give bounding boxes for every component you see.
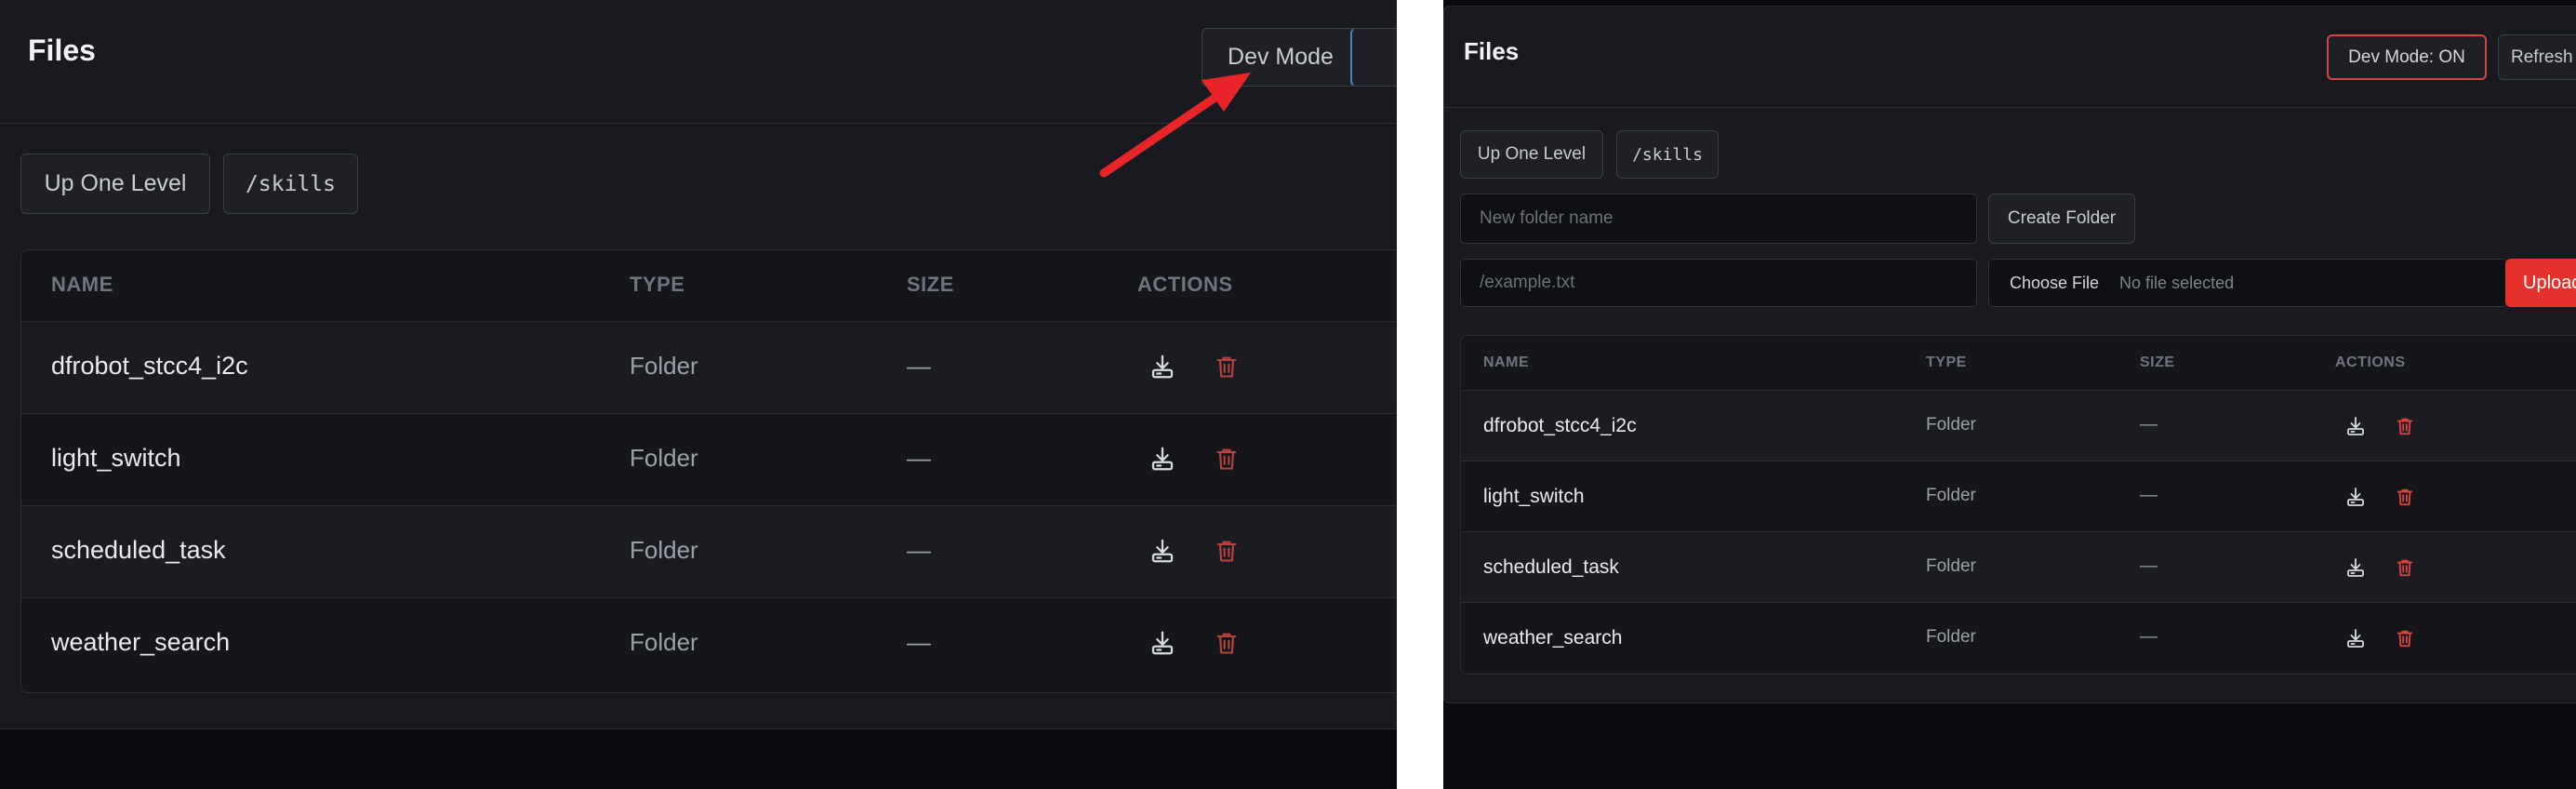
table-row: weather_search Folder — — [1461, 602, 2576, 674]
table-row: scheduled_task Folder — — [1461, 531, 2576, 603]
column-header-type: TYPE — [1926, 354, 1967, 370]
column-header-size: SIZE — [2140, 354, 2175, 370]
left-screenshot-panel: Files Dev Mode Up One Level /skills NAME… — [0, 0, 1397, 789]
download-icon[interactable] — [2344, 556, 2367, 579]
upload-button[interactable]: Upload — [2505, 259, 2576, 307]
row-name: weather_search — [1483, 627, 1623, 649]
trash-icon[interactable] — [2395, 486, 2415, 508]
new-folder-input[interactable]: New folder name — [1460, 194, 1977, 244]
row-type: Folder — [1926, 627, 1976, 647]
no-file-selected-label: No file selected — [2119, 273, 2235, 292]
table-row: dfrobot_stcc4_i2c Folder — — [1461, 390, 2576, 461]
path-display: /skills — [1616, 130, 1719, 179]
download-icon[interactable] — [2344, 486, 2367, 508]
row-size: — — [2140, 486, 2158, 505]
row-size: — — [2140, 415, 2158, 435]
row-type: Folder — [1926, 415, 1976, 435]
trash-icon[interactable] — [2395, 556, 2415, 579]
trash-icon[interactable] — [2395, 415, 2415, 437]
upload-path-input[interactable]: /example.txt — [1460, 259, 1977, 307]
table-row: light_switch Folder — — [1461, 461, 2576, 532]
right-screenshot-panel: Files Dev Mode: ON Refresh Up One Level … — [1443, 0, 2576, 789]
create-folder-button[interactable]: Create Folder — [1988, 194, 2135, 244]
annotation-arrow — [1099, 73, 1251, 178]
file-chooser[interactable]: Choose File No file selected — [1988, 259, 2507, 307]
files-table: NAME TYPE SIZE ACTIONS dfrobot_stcc4_i2c… — [1460, 335, 2576, 675]
refresh-button[interactable]: Refresh — [2498, 34, 2576, 80]
download-icon[interactable] — [2344, 415, 2367, 437]
row-name: light_switch — [1483, 486, 1585, 507]
column-header-actions: ACTIONS — [2335, 354, 2406, 370]
up-one-level-button[interactable]: Up One Level — [1460, 130, 1603, 179]
row-type: Folder — [1926, 556, 1976, 576]
column-header-name: NAME — [1483, 354, 1530, 370]
dev-mode-toggle[interactable]: Dev Mode: ON — [2327, 34, 2487, 80]
row-size: — — [2140, 627, 2158, 647]
download-icon[interactable] — [2344, 627, 2367, 649]
table-header: NAME TYPE SIZE ACTIONS — [1461, 336, 2576, 391]
row-size: — — [2140, 556, 2158, 576]
choose-file-button[interactable]: Choose File — [2010, 274, 2099, 293]
row-type: Folder — [1926, 486, 1976, 505]
page-title: Files — [1464, 37, 1520, 65]
header-divider — [1443, 107, 2576, 108]
row-name: dfrobot_stcc4_i2c — [1483, 415, 1637, 436]
row-name: scheduled_task — [1483, 556, 1619, 578]
trash-icon[interactable] — [2395, 627, 2415, 649]
